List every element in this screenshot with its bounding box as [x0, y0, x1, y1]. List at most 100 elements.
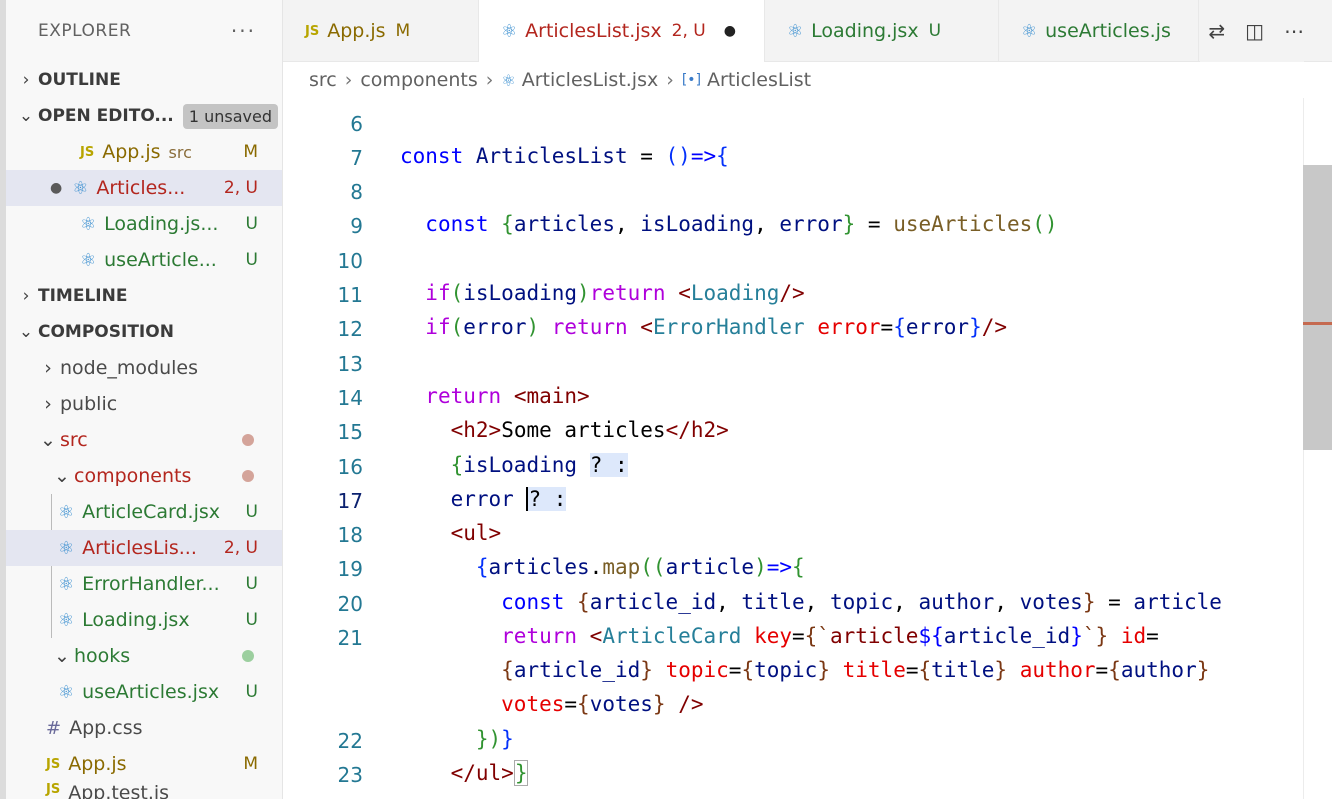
breadcrumb: src › components › ⚛ ArticlesList.jsx › … — [283, 62, 1332, 98]
folder-item[interactable]: ⌄ hooks — [6, 638, 282, 674]
line-number: 18 — [337, 523, 363, 547]
chevron-right-icon: › — [666, 69, 674, 91]
open-editor-name: Articles... — [96, 177, 186, 199]
breadcrumb-src[interactable]: src — [309, 69, 337, 91]
file-item[interactable]: ⚛ ArticlesLis... 2, U — [6, 530, 282, 566]
folder-item[interactable]: › node_modules — [6, 350, 282, 386]
folder-name: node_modules — [60, 357, 199, 379]
open-editor-item[interactable]: ● ⚛ Articles... 2, U — [6, 170, 282, 206]
file-name: App.css — [69, 717, 143, 739]
chevron-down-icon: ⌄ — [54, 465, 70, 487]
line-number: 15 — [337, 420, 363, 444]
split-editor-icon[interactable]: ◫ — [1245, 19, 1264, 43]
line-number: 23 — [337, 763, 363, 787]
chevron-right-icon: › — [344, 69, 353, 91]
outline-label: OUTLINE — [38, 70, 121, 90]
chevron-down-icon: ⌄ — [18, 322, 34, 342]
unsaved-dot-icon[interactable]: ● — [50, 180, 62, 196]
file-name: ArticlesLis... — [82, 537, 197, 559]
components-folder-children: ⚛ ArticleCard.jsx U ⚛ ArticlesLis... 2, … — [6, 494, 282, 638]
modified-dot-icon — [242, 650, 254, 662]
more-actions-icon[interactable]: ··· — [231, 19, 256, 43]
tab-status: M — [395, 21, 411, 41]
more-actions-icon[interactable]: ⋯ — [1284, 19, 1304, 43]
code-line: {isLoading ? : — [450, 453, 628, 477]
breadcrumb-file[interactable]: ArticlesList.jsx — [522, 69, 659, 91]
editor-actions: ⇄ ◫ ⋯ — [1200, 0, 1304, 62]
chevron-down-icon: ⌄ — [54, 645, 70, 667]
code-line: })} — [475, 727, 514, 751]
react-file-icon: ⚛ — [72, 177, 89, 199]
file-item[interactable]: ⚛ ArticleCard.jsx U — [6, 494, 282, 530]
file-name: ErrorHandler... — [82, 573, 220, 595]
open-editor-name: Loading.js... — [104, 213, 219, 235]
tab-label: Loading.jsx — [811, 20, 919, 42]
js-file-icon: JS — [80, 144, 95, 160]
compare-changes-icon[interactable]: ⇄ — [1208, 19, 1225, 43]
breadcrumb-symbol[interactable]: ArticlesList — [707, 69, 811, 91]
folder-item[interactable]: ⌄ src — [6, 422, 282, 458]
git-status: U — [245, 610, 258, 630]
js-file-icon: JS — [46, 782, 61, 797]
tab-label: useArticles.js — [1045, 20, 1171, 42]
git-status: M — [243, 142, 258, 162]
open-editor-name: useArticle... — [104, 249, 217, 271]
tab-status: U — [928, 21, 942, 41]
code-editor[interactable]: 6 7 8 9 10 11 12 13 14 15 16 17 18 19 20… — [283, 98, 1303, 799]
code-line: if(isLoading)return <Loading/> — [425, 281, 805, 305]
file-name: useArticles.jsx — [82, 681, 220, 703]
open-editor-item[interactable]: JS App.js src M — [6, 134, 282, 170]
file-item[interactable]: JS App.js M — [6, 746, 282, 782]
open-editors-section[interactable]: ⌄ OPEN EDITO... 1 unsaved — [6, 98, 282, 134]
code-line: const {articles, isLoading, error} = use… — [425, 212, 1058, 236]
folder-name: hooks — [74, 645, 131, 667]
file-name: Loading.jsx — [82, 609, 190, 631]
breadcrumb-components[interactable]: components — [360, 69, 477, 91]
react-file-icon: ⚛ — [501, 20, 518, 42]
line-number: 6 — [350, 112, 363, 136]
open-editor-item[interactable]: ⚛ Loading.js... U — [6, 206, 282, 242]
unsaved-dot-icon[interactable]: ● — [724, 23, 736, 39]
tab-app-js[interactable]: JS App.js M — [283, 0, 479, 62]
vertical-scrollbar[interactable] — [1303, 98, 1332, 799]
code-line: const {article_id, title, topic, author,… — [501, 590, 1222, 614]
chevron-down-icon: ⌄ — [40, 429, 56, 451]
git-status: 2, U — [223, 178, 258, 198]
file-item[interactable]: ⚛ ErrorHandler... U — [6, 566, 282, 602]
file-item[interactable]: # App.css — [6, 710, 282, 746]
scrollbar-thumb[interactable] — [1303, 165, 1332, 450]
file-item[interactable]: JS App.test.js — [6, 782, 282, 799]
react-file-icon: ⚛ — [787, 20, 804, 42]
folder-name: public — [60, 393, 118, 415]
folder-item[interactable]: ⌄ components — [6, 458, 282, 494]
timeline-section[interactable]: › TIMELINE — [6, 278, 282, 314]
open-editor-item[interactable]: ⚛ useArticle... U — [6, 242, 282, 278]
git-status: U — [245, 250, 258, 270]
tab-articleslist-jsx[interactable]: ⚛ ArticlesList.jsx 2, U ● — [479, 0, 765, 62]
file-item[interactable]: ⚛ Loading.jsx U — [6, 602, 282, 638]
folder-item[interactable]: › public — [6, 386, 282, 422]
code-line: votes={votes} /> — [501, 692, 704, 716]
chevron-right-icon: › — [44, 357, 52, 379]
code-line: <ul> — [450, 521, 502, 545]
code-line: {articles.map((article)=>{ — [475, 555, 805, 579]
text-cursor: ? : — [526, 487, 567, 511]
file-item[interactable]: ⚛ useArticles.jsx U — [6, 674, 282, 710]
outline-section[interactable]: › OUTLINE — [6, 62, 282, 98]
code-line: return <main> — [425, 384, 590, 408]
timeline-label: TIMELINE — [38, 286, 128, 306]
line-number: 7 — [350, 146, 363, 170]
git-status: M — [243, 754, 258, 774]
line-number: 13 — [337, 352, 363, 376]
react-file-icon: ⚛ — [58, 609, 75, 631]
line-number: 12 — [337, 317, 363, 341]
tab-usearticles-js[interactable]: ⚛ useArticles.js — [999, 0, 1199, 62]
chevron-right-icon: › — [22, 70, 30, 90]
modified-dot-icon — [242, 470, 254, 482]
git-status: U — [245, 574, 258, 594]
scrollbar-marker — [1303, 322, 1332, 325]
composition-section[interactable]: ⌄ COMPOSITION — [6, 314, 282, 350]
js-file-icon: JS — [305, 23, 320, 39]
git-status: U — [245, 682, 258, 702]
tab-loading-jsx[interactable]: ⚛ Loading.jsx U — [765, 0, 999, 62]
